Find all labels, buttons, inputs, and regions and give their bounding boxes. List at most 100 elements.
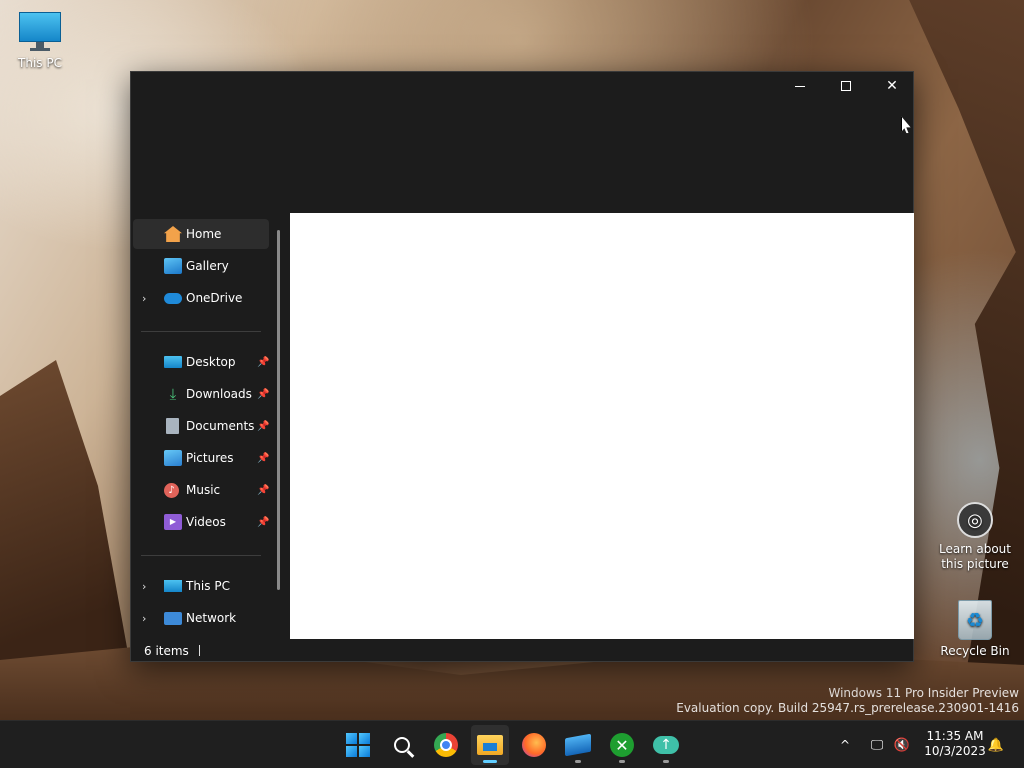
- nav-item-label: This PC: [186, 579, 230, 593]
- pin-icon[interactable]: 📌: [257, 517, 269, 528]
- desktop-icon-this-pc[interactable]: This PC: [0, 12, 80, 70]
- running-indicator: [575, 760, 581, 763]
- nav-item-gallery[interactable]: Gallery: [133, 251, 269, 281]
- cloud-icon: [164, 293, 182, 304]
- desktop-icon-label: Recycle Bin: [940, 644, 1010, 658]
- camera-icon: ◎: [957, 502, 993, 538]
- chevron-right-icon[interactable]: ›: [142, 580, 152, 593]
- nav-item-label: Pictures: [186, 451, 234, 465]
- nav-divider: [141, 555, 261, 556]
- desktop-icon-label: Learn about this picture: [939, 542, 1011, 571]
- taskbar-sandbox[interactable]: [559, 725, 597, 765]
- maximize-icon: [841, 81, 851, 91]
- nav-item-network[interactable]: › Network: [133, 603, 269, 633]
- folder-icon: [477, 735, 503, 755]
- network-status-icon: 🖵: [870, 737, 884, 753]
- running-indicator: [483, 760, 497, 763]
- file-explorer-window: ✕ Home Gallery › OneDrive Desktop 📌 ⤓ Do…: [130, 71, 914, 662]
- maximize-button[interactable]: [823, 72, 869, 100]
- running-indicator: [619, 760, 625, 763]
- pin-icon[interactable]: 📌: [257, 357, 269, 368]
- chrome-icon: [434, 733, 458, 757]
- nav-item-this-pc[interactable]: › This PC: [133, 571, 269, 601]
- nav-item-label: OneDrive: [186, 291, 243, 305]
- watermark-edition: Windows 11 Pro Insider Preview: [828, 686, 1019, 700]
- music-icon: ♪: [164, 482, 179, 498]
- nav-item-label: Gallery: [186, 259, 229, 273]
- pin-icon[interactable]: 📌: [257, 389, 269, 400]
- notifications-button[interactable]: 🔔: [987, 721, 1005, 768]
- clock[interactable]: 11:35 AM 10/3/2023: [920, 729, 990, 759]
- recycle-bin-icon: ♻: [958, 600, 992, 640]
- clock-time: 11:35 AM: [926, 729, 984, 743]
- taskbar-upload[interactable]: ↑: [647, 725, 685, 765]
- chevron-right-icon[interactable]: ›: [142, 292, 152, 305]
- start-button[interactable]: [339, 725, 377, 765]
- chevron-up-icon: ^: [839, 738, 851, 752]
- volume-muted-icon: 🔇: [893, 737, 911, 753]
- taskbar-chrome[interactable]: [427, 725, 465, 765]
- minimize-button[interactable]: [777, 72, 823, 100]
- taskbar-firefox[interactable]: [515, 725, 553, 765]
- nav-divider: [141, 331, 261, 332]
- close-button[interactable]: ✕: [869, 72, 915, 100]
- nav-item-label: Documents: [186, 419, 255, 433]
- item-count: 6 items: [144, 643, 189, 658]
- minimize-icon: [795, 85, 805, 87]
- pin-icon[interactable]: 📌: [257, 485, 269, 496]
- nav-item-label: Music: [186, 483, 221, 497]
- volume-tray-button[interactable]: 🔇: [893, 721, 911, 768]
- videos-icon: ▶: [164, 514, 182, 530]
- pictures-icon: [164, 450, 182, 466]
- windows-watermark: Windows 11 Pro Insider Preview Evaluatio…: [676, 686, 1019, 716]
- navigation-pane[interactable]: Home Gallery › OneDrive Desktop 📌 ⤓ Down…: [131, 213, 289, 640]
- nav-item-label: Videos: [186, 515, 226, 529]
- nav-item-pictures[interactable]: Pictures 📌: [133, 443, 269, 473]
- status-separator: [198, 645, 200, 656]
- desktop-icon-learn-about-picture[interactable]: ◎ Learn about this picture: [935, 502, 1015, 572]
- content-area[interactable]: [290, 213, 914, 639]
- nav-item-label: Downloads: [186, 387, 252, 401]
- chevron-right-icon[interactable]: ›: [142, 612, 152, 625]
- bell-icon: 🔔: [987, 737, 1005, 753]
- download-icon: ⤓: [169, 385, 177, 403]
- pin-icon[interactable]: 📌: [257, 421, 269, 432]
- nav-item-music[interactable]: ♪ Music 📌: [133, 475, 269, 505]
- status-bar: 6 items: [131, 640, 913, 661]
- documents-icon: [166, 418, 179, 434]
- computer-icon: [164, 580, 182, 592]
- search-icon: [394, 737, 410, 753]
- nav-item-label: Desktop: [186, 355, 236, 369]
- running-indicator: [663, 760, 669, 763]
- home-icon: [164, 226, 182, 242]
- sandbox-icon: [565, 733, 591, 757]
- title-bar[interactable]: ✕: [131, 72, 913, 213]
- nav-item-videos[interactable]: ▶ Videos 📌: [133, 507, 269, 537]
- windows-logo-icon: [346, 733, 370, 757]
- computer-icon: [19, 12, 61, 52]
- taskbar: ✕ ↑ ^ 🖵 🔇 11:35 AM 10/3/2023 🔔: [0, 720, 1024, 768]
- taskbar-xbox[interactable]: ✕: [603, 725, 641, 765]
- desktop-icon-recycle-bin[interactable]: ♻ Recycle Bin: [935, 600, 1015, 658]
- desktop-icon: [164, 356, 182, 368]
- gallery-icon: [164, 258, 182, 274]
- show-hidden-icons-button[interactable]: ^: [836, 721, 854, 768]
- nav-item-documents[interactable]: Documents 📌: [133, 411, 269, 441]
- pin-icon[interactable]: 📌: [257, 453, 269, 464]
- nav-item-downloads[interactable]: ⤓ Downloads 📌: [133, 379, 270, 409]
- cloud-upload-icon: ↑: [653, 736, 679, 754]
- firefox-icon: [522, 733, 546, 757]
- search-button[interactable]: [383, 725, 421, 765]
- nav-item-onedrive[interactable]: › OneDrive: [133, 283, 269, 313]
- network-icon: [164, 612, 182, 625]
- nav-item-label: Network: [186, 611, 237, 625]
- clock-date: 10/3/2023: [924, 744, 986, 758]
- xbox-icon: ✕: [610, 733, 634, 757]
- close-icon: ✕: [886, 78, 898, 94]
- nav-item-desktop[interactable]: Desktop 📌: [133, 347, 269, 377]
- nav-item-home[interactable]: Home: [133, 219, 269, 249]
- nav-scrollbar[interactable]: [277, 230, 280, 590]
- network-tray-button[interactable]: 🖵: [868, 721, 886, 768]
- desktop-icon-label: This PC: [18, 56, 62, 70]
- taskbar-file-explorer[interactable]: [471, 725, 509, 765]
